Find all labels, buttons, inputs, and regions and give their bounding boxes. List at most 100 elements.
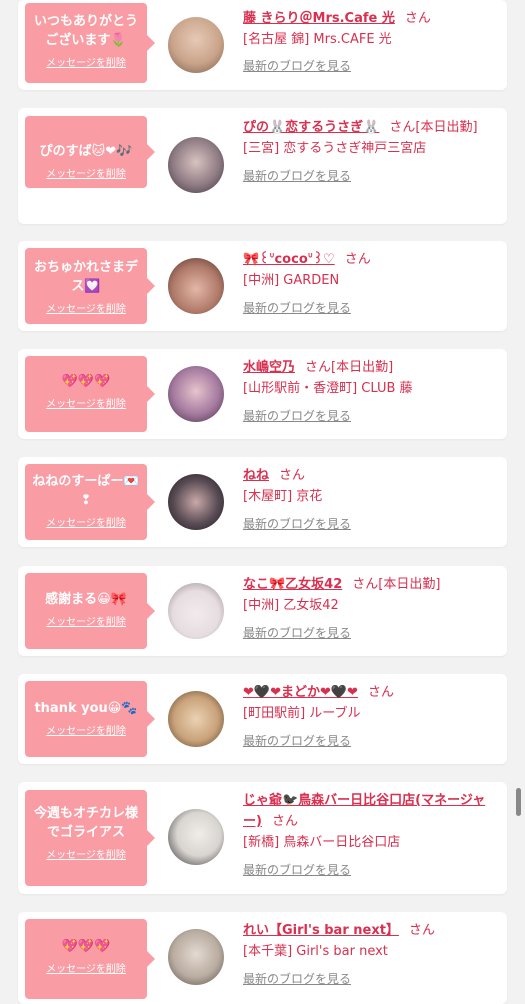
- message-bubble: ねねのすーぱー💌 ❢ メッセージを削除: [25, 464, 155, 540]
- avatar-image: [168, 474, 224, 530]
- shop-name: [新橋] 鳥森バー日比谷口店: [243, 835, 401, 850]
- latest-blog-link[interactable]: 最新のブログを見る: [243, 624, 351, 642]
- latest-blog-link[interactable]: 最新のブログを見る: [243, 732, 351, 750]
- delete-message-link[interactable]: メッセージを削除: [31, 514, 141, 529]
- message-text: おちゅかれさまデス💟: [33, 260, 138, 294]
- message-bubble: ぴのすば🐱❤🎶 メッセージを削除: [25, 116, 155, 188]
- message-card: thank you😀🐾 メッセージを削除 ❤🖤❤まどか❤🖤❤ さん [町田駅前] …: [18, 674, 507, 764]
- honorific: さん: [305, 360, 332, 375]
- avatar-image: [168, 17, 224, 73]
- shop-name: [町田駅前] ルーブル: [243, 706, 361, 721]
- sender-info: 🎀꒰ᐡcocoᐡ꒱♡ さん [中洲] GARDEN 最新のブログを見る: [243, 249, 499, 317]
- sender-info: なこ🎀乙女坂42 さん[本日出勤] [中洲] 乙女坂42 最新のブログを見る: [243, 574, 499, 642]
- sender-name-link[interactable]: 水嶋空乃: [243, 360, 295, 375]
- shop-name: [名古屋 錦] Mrs.CAFE 光: [243, 32, 392, 47]
- name-line: ぴの🐰恋するうさぎ🐰 さん[本日出勤]: [243, 117, 499, 138]
- honorific: さん: [404, 11, 431, 26]
- sender-info: ねね さん [木屋町] 京花 最新のブログを見る: [243, 465, 499, 533]
- sender-info: 水嶋空乃 さん[本日出勤] [山形駅前・香澄町] CLUB 藤 最新のブログを見る: [243, 357, 499, 425]
- delete-message-link[interactable]: メッセージを削除: [31, 395, 141, 410]
- name-line: じゃ爺🐦‍⬛鳥森バー日比谷口店(マネージャー) さん: [243, 790, 495, 832]
- message-text: ねねのすーぱー💌 ❢: [32, 474, 140, 508]
- sender-name-link[interactable]: れい【Girl's bar next】: [243, 923, 399, 938]
- honorific: さん: [408, 923, 435, 938]
- message-text: いつもありがとうございます🌷: [33, 14, 138, 48]
- sender-name-link[interactable]: なこ🎀乙女坂42: [243, 577, 342, 592]
- avatar[interactable]: [168, 691, 224, 747]
- avatar[interactable]: [168, 366, 224, 422]
- sender-info: れい【Girl's bar next】 さん [本千葉] Girl's bar n…: [243, 920, 499, 988]
- name-line: 🎀꒰ᐡcocoᐡ꒱♡ さん: [243, 249, 499, 270]
- work-status: [本日出勤]: [415, 120, 478, 135]
- message-text: 💖💖💖: [61, 374, 111, 389]
- name-line: れい【Girl's bar next】 さん: [243, 920, 499, 941]
- latest-blog-link[interactable]: 最新のブログを見る: [243, 515, 351, 533]
- latest-blog-link[interactable]: 最新のブログを見る: [243, 57, 351, 75]
- message-card: 感謝まる😀🎀 メッセージを削除 なこ🎀乙女坂42 さん[本日出勤] [中洲] 乙女…: [18, 566, 507, 656]
- sender-name-link[interactable]: ぴの🐰恋するうさぎ🐰: [243, 120, 379, 135]
- avatar-image: [168, 583, 224, 639]
- sender-name-link[interactable]: 藤 きらり＠Mrs.Cafe 光: [243, 11, 395, 26]
- name-line: ねね さん: [243, 465, 499, 486]
- message-text: 今週もオチカレ様でゴライアス: [33, 806, 138, 840]
- message-text: ぴのすば🐱❤🎶: [39, 144, 133, 159]
- message-card: 今週もオチカレ様でゴライアス メッセージを削除 じゃ爺🐦‍⬛鳥森バー日比谷口店(…: [18, 782, 507, 894]
- delete-message-link[interactable]: メッセージを削除: [31, 54, 141, 69]
- work-status: [本日出勤]: [331, 360, 394, 375]
- avatar[interactable]: [168, 258, 224, 314]
- avatar-image: [168, 809, 224, 865]
- avatar-image: [168, 929, 224, 985]
- avatar-image: [168, 366, 224, 422]
- message-card: ねねのすーぱー💌 ❢ メッセージを削除 ねね さん [木屋町] 京花 最新のブログ…: [18, 457, 507, 547]
- sender-info: 藤 きらり＠Mrs.Cafe 光さん [名古屋 錦] Mrs.CAFE 光 最新…: [243, 8, 499, 75]
- sender-name-link[interactable]: ねね: [243, 468, 269, 483]
- sender-info: じゃ爺🐦‍⬛鳥森バー日比谷口店(マネージャー) さん [新橋] 鳥森バー日比谷口店…: [243, 790, 499, 879]
- sender-name-link[interactable]: ❤🖤❤まどか❤🖤❤: [243, 685, 358, 700]
- honorific: さん: [271, 814, 298, 829]
- sender-info: ぴの🐰恋するうさぎ🐰 さん[本日出勤] [三宮] 恋するうさぎ神戸三宮店 最新のブ…: [243, 117, 499, 185]
- avatar[interactable]: [168, 137, 224, 193]
- shop-name: [木屋町] 京花: [243, 489, 323, 504]
- latest-blog-link[interactable]: 最新のブログを見る: [243, 299, 351, 317]
- message-text: 💖💖💖: [61, 939, 111, 954]
- latest-blog-link[interactable]: 最新のブログを見る: [243, 970, 351, 988]
- message-bubble: thank you😀🐾 メッセージを削除: [25, 681, 155, 757]
- message-card: 💖💖💖 メッセージを削除 れい【Girl's bar next】 さん [本千葉]…: [18, 912, 507, 1004]
- honorific: さん: [279, 468, 306, 483]
- scrollbar-thumb[interactable]: [516, 788, 521, 816]
- delete-message-link[interactable]: メッセージを削除: [31, 613, 141, 628]
- delete-message-link[interactable]: メッセージを削除: [31, 846, 141, 861]
- message-bubble: 💖💖💖 メッセージを削除: [25, 356, 155, 432]
- work-status: [本日出勤]: [378, 577, 441, 592]
- delete-message-link[interactable]: メッセージを削除: [31, 165, 141, 180]
- avatar[interactable]: [168, 474, 224, 530]
- name-line: 水嶋空乃 さん[本日出勤]: [243, 357, 499, 378]
- name-line: ❤🖤❤まどか❤🖤❤ さん: [243, 682, 499, 703]
- message-bubble: 感謝まる😀🎀 メッセージを削除: [25, 573, 155, 649]
- message-text: thank you😀🐾: [34, 701, 138, 716]
- name-line: 藤 きらり＠Mrs.Cafe 光さん: [243, 8, 499, 29]
- avatar[interactable]: [168, 809, 224, 865]
- honorific: さん: [344, 252, 371, 267]
- avatar[interactable]: [168, 17, 224, 73]
- shop-name: [中洲] 乙女坂42: [243, 598, 339, 613]
- sender-info: ❤🖤❤まどか❤🖤❤ さん [町田駅前] ルーブル 最新のブログを見る: [243, 682, 499, 750]
- sender-name-link[interactable]: 🎀꒰ᐡcocoᐡ꒱♡: [243, 252, 335, 267]
- avatar[interactable]: [168, 583, 224, 639]
- shop-name: [三宮] 恋するうさぎ神戸三宮店: [243, 141, 427, 156]
- message-text: 感謝まる😀🎀: [45, 592, 127, 607]
- delete-message-link[interactable]: メッセージを削除: [31, 960, 141, 975]
- latest-blog-link[interactable]: 最新のブログを見る: [243, 407, 351, 425]
- avatar[interactable]: [168, 929, 224, 985]
- delete-message-link[interactable]: メッセージを削除: [31, 300, 141, 315]
- shop-name: [本千葉] Girl's bar next: [243, 944, 388, 959]
- honorific: さん: [367, 685, 394, 700]
- avatar-image: [168, 691, 224, 747]
- honorific: さん: [389, 120, 416, 135]
- latest-blog-link[interactable]: 最新のブログを見る: [243, 861, 351, 879]
- delete-message-link[interactable]: メッセージを削除: [31, 722, 141, 737]
- message-bubble: いつもありがとうございます🌷 メッセージを削除: [25, 3, 155, 83]
- latest-blog-link[interactable]: 最新のブログを見る: [243, 167, 351, 185]
- message-card: ぴのすば🐱❤🎶 メッセージを削除 ぴの🐰恋するうさぎ🐰 さん[本日出勤] [三宮]…: [18, 108, 507, 224]
- avatar-image: [168, 137, 224, 193]
